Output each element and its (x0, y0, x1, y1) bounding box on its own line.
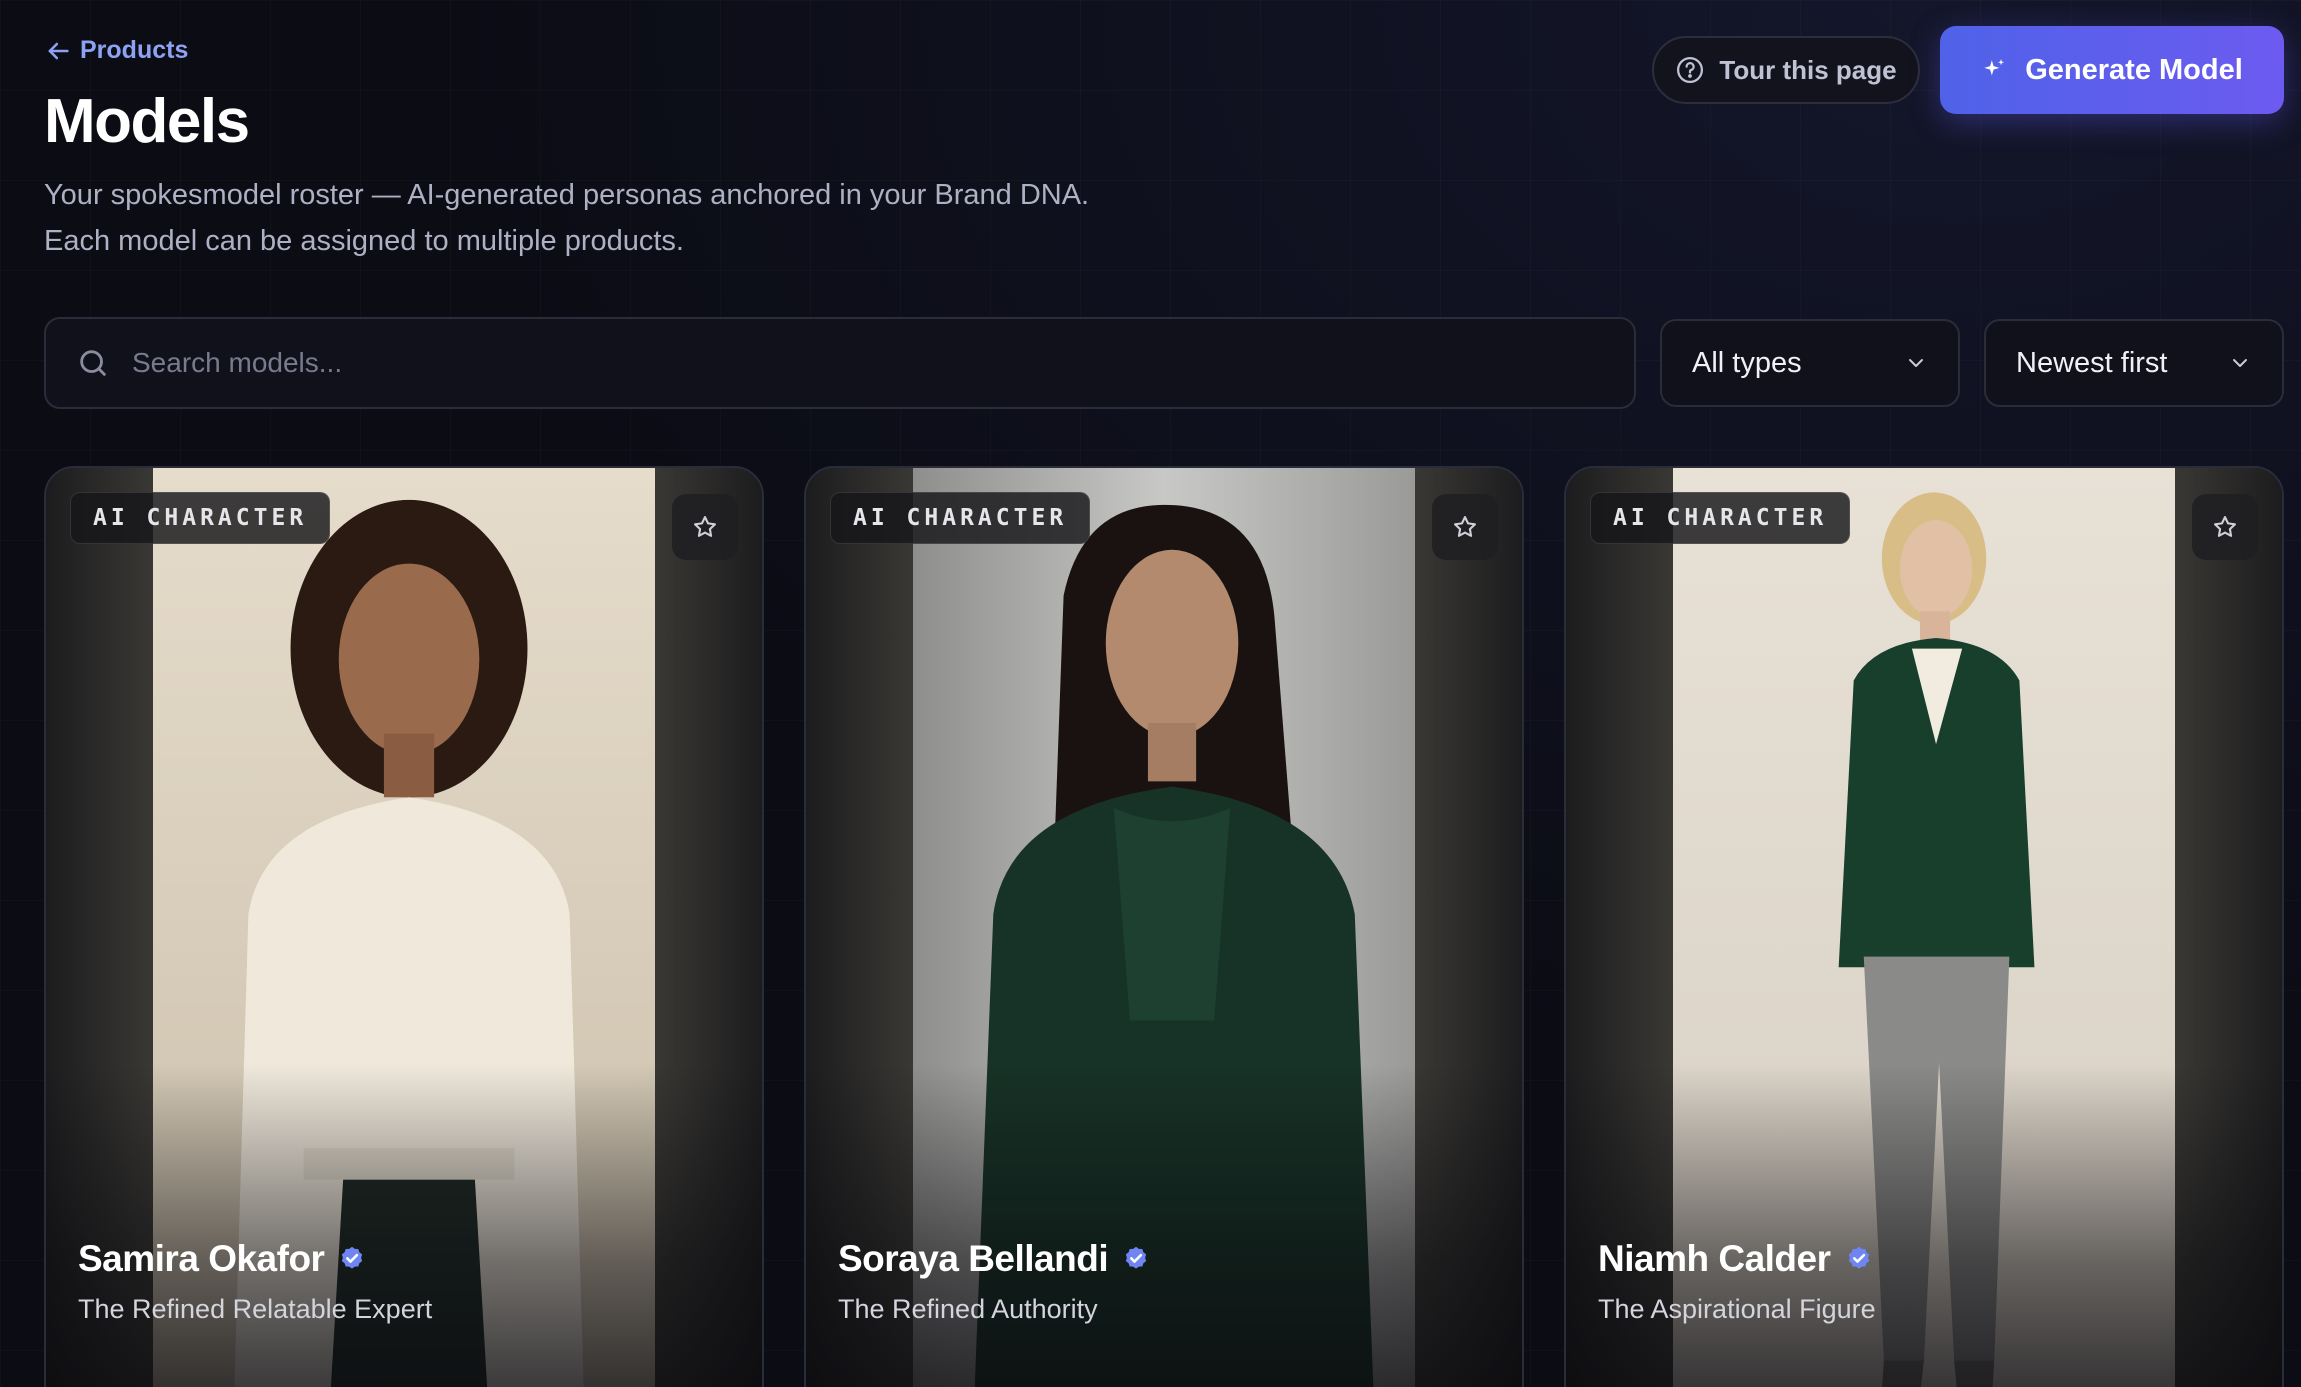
model-name: Niamh Calder (1598, 1238, 1831, 1279)
star-icon (694, 516, 716, 537)
favorite-button[interactable] (1432, 494, 1498, 560)
search-icon (80, 350, 106, 376)
page-title: Models (44, 87, 250, 156)
model-persona: The Refined Authority (838, 1294, 1098, 1324)
models-page: Products Models Your spokesmodel roster … (0, 0, 2301, 1387)
ai-character-badge: AI CHARACTER (830, 492, 1091, 544)
model-name: Samira Okafor (78, 1238, 325, 1279)
search-input[interactable] (132, 347, 1634, 379)
chevron-down-icon (1909, 359, 1923, 367)
sort-select[interactable]: Newest first (1984, 319, 2284, 407)
ai-character-badge: AI CHARACTER (70, 492, 331, 544)
model-persona: The Aspirational Figure (1598, 1294, 1876, 1324)
subtitle-line-2: Each model can be assigned to multiple p… (44, 225, 684, 257)
arrow-left-icon (48, 42, 69, 59)
model-persona: The Refined Relatable Expert (78, 1294, 433, 1324)
verified-badge-icon (1845, 1245, 1873, 1273)
subtitle-line-1: Your spokesmodel roster — AI-generated p… (44, 179, 1090, 211)
sparkle-icon (1984, 59, 2005, 76)
favorite-button[interactable] (672, 494, 738, 560)
sort-value: Newest first (2016, 346, 2168, 379)
verified-badge-icon (1122, 1245, 1150, 1273)
model-card[interactable]: AI CHARACTER Soraya Bellandi The Refined… (804, 466, 1524, 1387)
search-bar[interactable] (44, 317, 1636, 409)
page-subtitle: Your spokesmodel roster — AI-generated p… (44, 172, 1294, 264)
model-card[interactable]: AI CHARACTER Samira Okafor The Refined R… (44, 466, 764, 1387)
generate-model-button[interactable]: Generate Model (1940, 26, 2284, 114)
model-name: Soraya Bellandi (838, 1238, 1109, 1279)
verified-badge-icon (338, 1245, 366, 1273)
model-card[interactable]: AI CHARACTER Niamh Calder The Aspiration… (1564, 466, 2284, 1387)
type-filter-select[interactable]: All types (1660, 319, 1960, 407)
type-filter-value: All types (1692, 346, 1802, 379)
tour-button-label: Tour this page (1719, 54, 1897, 85)
star-icon (2214, 516, 2236, 537)
back-link-label[interactable]: Products (80, 36, 188, 65)
tour-page-button[interactable]: Tour this page (1652, 36, 1920, 104)
star-icon (1454, 516, 1476, 537)
chevron-down-icon (2233, 359, 2247, 367)
back-to-products-link[interactable]: Products (44, 36, 188, 65)
generate-button-label: Generate Model (2025, 53, 2243, 86)
favorite-button[interactable] (2192, 494, 2258, 560)
help-circle-icon (1677, 57, 1704, 83)
ai-character-badge: AI CHARACTER (1590, 492, 1851, 544)
